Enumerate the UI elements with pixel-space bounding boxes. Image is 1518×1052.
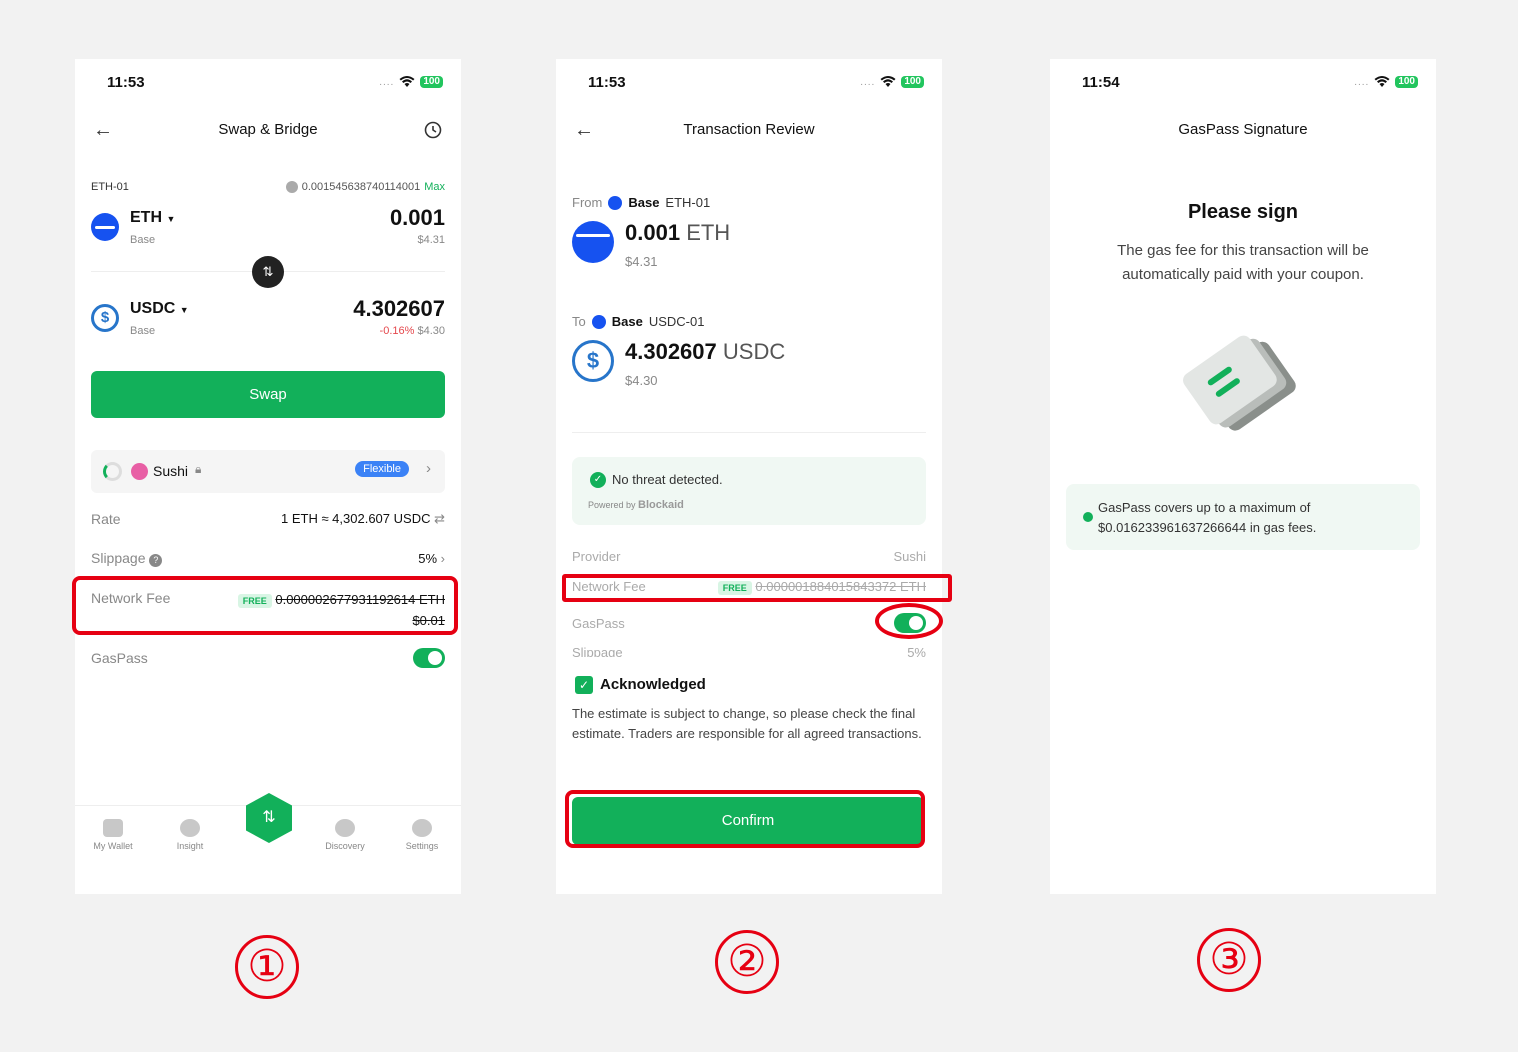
- base-chain-icon: [608, 195, 623, 210]
- page-title: Transaction Review: [683, 121, 815, 138]
- status-icons: .... 100: [860, 76, 924, 88]
- balance-row: 0.001545638740114001 Max: [285, 181, 445, 193]
- nav-my-wallet[interactable]: My Wallet: [83, 819, 143, 851]
- coupon-ticket-icon: [1183, 335, 1296, 431]
- slippage-row: Slippage 5%: [572, 645, 926, 657]
- gaspass-info-text: GasPass covers up to a maximum of $0.016…: [1098, 500, 1317, 535]
- page-title: GasPass Signature: [1178, 121, 1308, 138]
- nav-settings[interactable]: Settings: [392, 819, 452, 851]
- highlight-network-fee: [72, 576, 458, 635]
- screen-transaction-review: 11:53 .... 100 ← Transaction Review From…: [556, 59, 942, 894]
- eth-token-icon: [572, 221, 614, 263]
- screen-gaspass-signature: 11:54 .... 100 GasPass Signature Please …: [1050, 59, 1436, 894]
- nav-discovery[interactable]: Discovery: [315, 819, 375, 851]
- balance-value: 0.001545638740114001: [301, 181, 421, 193]
- from-header: From Base ETH-01: [572, 195, 711, 210]
- step-number-1: ①: [235, 935, 299, 999]
- from-chain: Base: [130, 234, 156, 246]
- check-circle-icon: ✓: [590, 472, 606, 488]
- chevron-right-icon: ›: [426, 460, 431, 477]
- highlight-network-fee: [562, 574, 952, 602]
- status-icons: .... 100: [1354, 76, 1418, 88]
- to-chain: Base: [130, 325, 156, 337]
- provider-name: Sushi: [153, 463, 189, 479]
- flexible-badge: Flexible: [355, 461, 409, 477]
- help-icon: ?: [149, 554, 163, 567]
- provider-selector[interactable]: Sushi 🔒︎ Flexible ›: [91, 450, 445, 493]
- step-number-2: ②: [715, 930, 779, 994]
- max-button[interactable]: Max: [424, 181, 445, 193]
- from-usd: $4.31: [625, 254, 658, 269]
- lock-icon: 🔒︎: [195, 462, 202, 476]
- wifi-icon: [1374, 76, 1390, 87]
- please-sign-heading: Please sign: [1187, 201, 1299, 223]
- slippage-row[interactable]: Slippage ? 5% ›: [91, 550, 445, 567]
- sign-description: The gas fee for this transaction will be…: [1117, 242, 1369, 283]
- divider: [572, 432, 926, 433]
- gaspass-toggle[interactable]: [413, 648, 445, 668]
- security-check-panel: ✓ No threat detected. Powered by Blockai…: [572, 457, 926, 525]
- threat-status: No threat detected.: [612, 472, 723, 487]
- status-time: 11:54: [1082, 74, 1120, 91]
- switch-tokens-icon[interactable]: ⇅: [252, 256, 284, 288]
- highlight-confirm-button: [565, 790, 925, 848]
- to-usd: $4.30: [625, 373, 658, 388]
- sushi-logo-icon: [131, 463, 148, 480]
- page-title: Swap & Bridge: [218, 121, 318, 138]
- usdc-token-icon: $: [572, 340, 614, 382]
- swap-rate-icon: ⇄: [434, 511, 445, 526]
- to-token-select[interactable]: USDC ▼: [130, 300, 189, 318]
- to-amount: 4.302607 USDC: [625, 339, 786, 364]
- wallet-label: ETH-01: [91, 181, 129, 193]
- highlight-gaspass-toggle: [875, 603, 943, 639]
- info-dot-icon: [1083, 512, 1093, 522]
- globe-icon: [335, 819, 355, 837]
- to-value-row: -0.16% $4.30: [379, 325, 445, 337]
- status-time: 11:53: [588, 74, 626, 91]
- wallet-icon: [103, 819, 123, 837]
- powered-by: Powered by Blockaid: [588, 499, 684, 511]
- status-time: 11:53: [107, 74, 145, 91]
- acknowledge-text: The estimate is subject to change, so pl…: [572, 706, 922, 741]
- from-usd: $4.31: [417, 234, 445, 246]
- provider-row: Provider Sushi: [572, 549, 926, 564]
- from-amount: 0.001 ETH: [625, 220, 731, 245]
- info-icon: [285, 181, 298, 193]
- screen-swap-bridge: 11:53 .... 100 ← Swap & Bridge ETH-01 0.…: [75, 59, 461, 894]
- step-number-3: ③: [1197, 928, 1261, 992]
- from-amount-input[interactable]: 0.001: [390, 205, 445, 231]
- swap-nav-icon[interactable]: ⇅: [246, 793, 292, 843]
- gaspass-info-panel: GasPass covers up to a maximum of $0.016…: [1066, 484, 1420, 550]
- usdc-token-icon: $: [91, 304, 119, 332]
- eth-token-icon: [91, 213, 119, 241]
- status-icons: .... 100: [379, 76, 443, 88]
- refresh-timer-icon: [103, 462, 122, 481]
- wifi-icon: [880, 76, 896, 87]
- battery-icon: 100: [901, 76, 924, 88]
- battery-icon: 100: [420, 76, 443, 88]
- to-header: To Base USDC-01: [572, 314, 705, 329]
- acknowledge-checkbox[interactable]: ✓: [575, 676, 593, 694]
- rate-row: Rate 1 ETH ≈ 4,302.607 USDC ⇄: [91, 511, 445, 527]
- base-chain-icon: [591, 314, 606, 329]
- gaspass-row: GasPass: [572, 613, 926, 633]
- swap-button[interactable]: Swap: [91, 371, 445, 418]
- to-amount: 4.302607: [353, 296, 445, 321]
- gear-icon: [412, 819, 432, 837]
- insight-icon: [180, 819, 200, 837]
- gaspass-row: GasPass: [91, 648, 445, 668]
- battery-icon: 100: [1395, 76, 1418, 88]
- nav-insight[interactable]: Insight: [160, 819, 220, 851]
- acknowledged-label: Acknowledged: [600, 676, 706, 693]
- wifi-icon: [399, 76, 415, 87]
- history-icon[interactable]: [423, 120, 443, 140]
- from-token-select[interactable]: ETH ▼: [130, 209, 175, 227]
